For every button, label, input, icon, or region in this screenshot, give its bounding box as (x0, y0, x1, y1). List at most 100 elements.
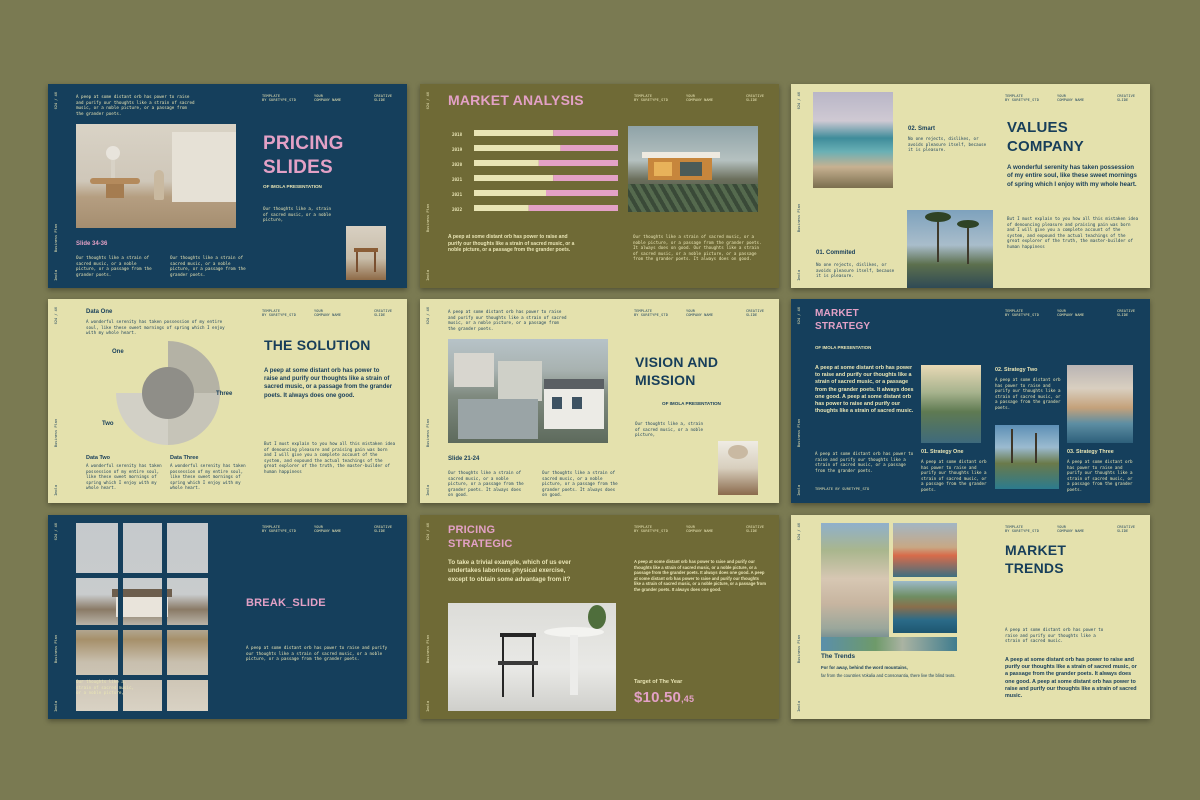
resort-photo (995, 425, 1059, 489)
side-title: Business Plan (426, 204, 430, 233)
title-line-2: STRATEGIC (448, 538, 513, 550)
label-one: One (112, 349, 124, 355)
slide-the-solution[interactable]: 024 / 40 Business Plan Imola TEMPLATE BY … (48, 299, 407, 503)
smart-text: No one rejects, dislikes, or avoids plea… (908, 136, 987, 153)
slide-number: 024 / 40 (426, 307, 430, 325)
lead-text: A peep at some distant orb has power to … (264, 368, 393, 399)
strategy-three-text: A peep at some distant orb has power to … (1067, 459, 1133, 492)
bar-chart-bar-series-1 (474, 175, 554, 181)
slide-number: 024 / 40 (797, 307, 801, 325)
bar-chart-bar-series-1 (474, 190, 546, 196)
bar-chart-bar-series-2 (538, 160, 618, 166)
body-text: But I must explain to you how all this m… (1007, 216, 1139, 249)
meta-company: YOUR COMPANY NAME (314, 94, 342, 103)
right-text: Our thoughts like a strain of sacred mus… (633, 234, 762, 262)
slide-number: 024 / 40 (426, 92, 430, 110)
bar-chart-category-label: 2021 (452, 177, 463, 182)
title-line-1: VISION AND (635, 354, 719, 370)
interior-detail-photo (718, 441, 758, 495)
page-title: MARKET ANALYSIS (448, 92, 584, 108)
data-two-text: A wonderful serenity has taken possessio… (86, 463, 162, 491)
bar-chart-category-label: 2021 (452, 192, 463, 197)
slide-number: 024 / 40 (54, 523, 58, 541)
commit-text: No one rejects, dislikes, or avoids plea… (816, 262, 895, 279)
strategy-one-title: 01. Strategy One (921, 449, 964, 455)
right-text: A peep at some distant orb has power to … (634, 559, 766, 592)
slide-market-analysis[interactable]: 024 / 40 Business Plan Imola MARKET ANAL… (420, 84, 779, 288)
small-text: A peep at some distant orb has power to … (1005, 627, 1104, 644)
side-title: Business Plan (54, 635, 58, 664)
slide-range: Slide 34-36 (76, 241, 108, 247)
slide-number: 024 / 40 (797, 523, 801, 541)
lead-text: To take a trivial example, which of us e… (448, 559, 571, 583)
page-title: THE SOLUTION (264, 337, 371, 353)
smart-title: 02. Smart (908, 126, 936, 132)
title-line-2: STRATEGY (815, 321, 871, 332)
label-three: Three (216, 391, 233, 397)
meta-company: YOUR COMPANY NAME (686, 309, 714, 318)
meta-creative: CREATIVE SLIDE (1117, 94, 1136, 103)
data-two-title: Data Two (86, 455, 111, 461)
subtitle: OF IMOLA PRESENTATION (662, 401, 721, 406)
side-brand: Imola (426, 701, 430, 712)
slide-pricing-strategic[interactable]: 024 / 40 Business Plan Imola PRICING STR… (420, 515, 779, 719)
beach-cliff-photo (813, 92, 893, 188)
meta-creative: CREATIVE SLIDE (746, 525, 765, 534)
intro-text: A peep at some distant orb has power to … (448, 309, 567, 331)
trends-lead: For for away, behind the word mountains, (821, 665, 908, 670)
meta-template: TEMPLATE BY SURETYPE_STD (634, 309, 668, 318)
bar-chart-bar-series-2 (553, 175, 618, 181)
side-brand: Imola (54, 701, 58, 712)
title-line-2: MISSION (635, 372, 696, 388)
slide-pricing-slides[interactable]: 024 / 40 Business Plan Imola A peep at s… (48, 84, 407, 288)
meta-creative: CREATIVE SLIDE (746, 94, 765, 103)
slide-values-company[interactable]: 024 / 40 Business Plan Imola TEMPLATE BY … (791, 84, 1150, 288)
bar-chart-bar-series-2 (528, 205, 618, 211)
meta-creative: CREATIVE SLIDE (374, 94, 393, 103)
trends-title: The Trends (821, 653, 856, 660)
trends-text: far from the countries Vokalia and Conso… (821, 673, 956, 678)
body-text: But I must explain to you how all this m… (264, 441, 396, 474)
slide-vision-mission[interactable]: 024 / 40 Business Plan Imola A peep at s… (420, 299, 779, 503)
chair-table-photo (448, 603, 616, 711)
side-brand: Imola (797, 270, 801, 281)
lead-text: A wonderful serenity has taken possessio… (1007, 164, 1137, 188)
title-line-2: COMPANY (1007, 138, 1084, 155)
price-sub: ,45 (681, 694, 695, 704)
meta-creative: CREATIVE SLIDE (374, 309, 393, 318)
bar-chart-bar-series-2 (546, 190, 618, 196)
title-line-1: PRICING (263, 133, 344, 154)
bar-chart-category-label: 2019 (452, 147, 463, 152)
meta-creative: CREATIVE SLIDE (1117, 309, 1136, 318)
slide-market-strategy[interactable]: 024 / 40 Business Plan Imola MARKET STRA… (791, 299, 1150, 503)
target-label: Target of The Year (634, 679, 683, 685)
chart-caption: A peep at some distant orb has power to … (448, 234, 575, 254)
strategy-two-text: A peep at some distant orb has power to … (995, 377, 1061, 410)
meta-template: TEMPLATE BY SURETYPE_STD (634, 525, 668, 534)
bar-chart-bar-series-2 (553, 130, 618, 136)
side-title: Business Plan (54, 224, 58, 253)
meta-template-footer: TEMPLATE BY SURETYPE_STD (815, 487, 870, 491)
title-line-1: VALUES (1007, 119, 1068, 136)
side-title: Business Plan (426, 419, 430, 448)
side-brand: Imola (426, 270, 430, 281)
palm-pool-photo (907, 210, 993, 288)
pool-strip-photo (821, 637, 957, 651)
meta-company: YOUR COMPANY NAME (314, 309, 342, 318)
slide-market-trends[interactable]: 024 / 40 Business Plan Imola TEMPLATE BY … (791, 515, 1150, 719)
slide-number: 024 / 40 (426, 523, 430, 541)
bar-chart-bar-series-1 (474, 130, 554, 136)
village-photo (448, 339, 608, 443)
page-title: BREAK_SLIDE (246, 597, 326, 609)
column-1-text: Our thoughts like a strain of sacred mus… (76, 255, 152, 277)
bar-chart-category-label: 2020 (452, 162, 463, 167)
column-1-text: Our thoughts like a strain of sacred mus… (448, 470, 524, 498)
bar-chart-bar-series-2 (560, 145, 618, 151)
body-text: A peep at some distant orb has power to … (246, 645, 388, 662)
slide-number: 024 / 40 (54, 307, 58, 325)
strategy-one-text: A peep at some distant orb has power to … (921, 459, 987, 492)
segment-diagram (116, 341, 220, 445)
label-two: Two (102, 421, 114, 427)
meta-creative: CREATIVE SLIDE (746, 309, 765, 318)
strategy-three-title: 03. Strategy Three (1067, 449, 1114, 455)
